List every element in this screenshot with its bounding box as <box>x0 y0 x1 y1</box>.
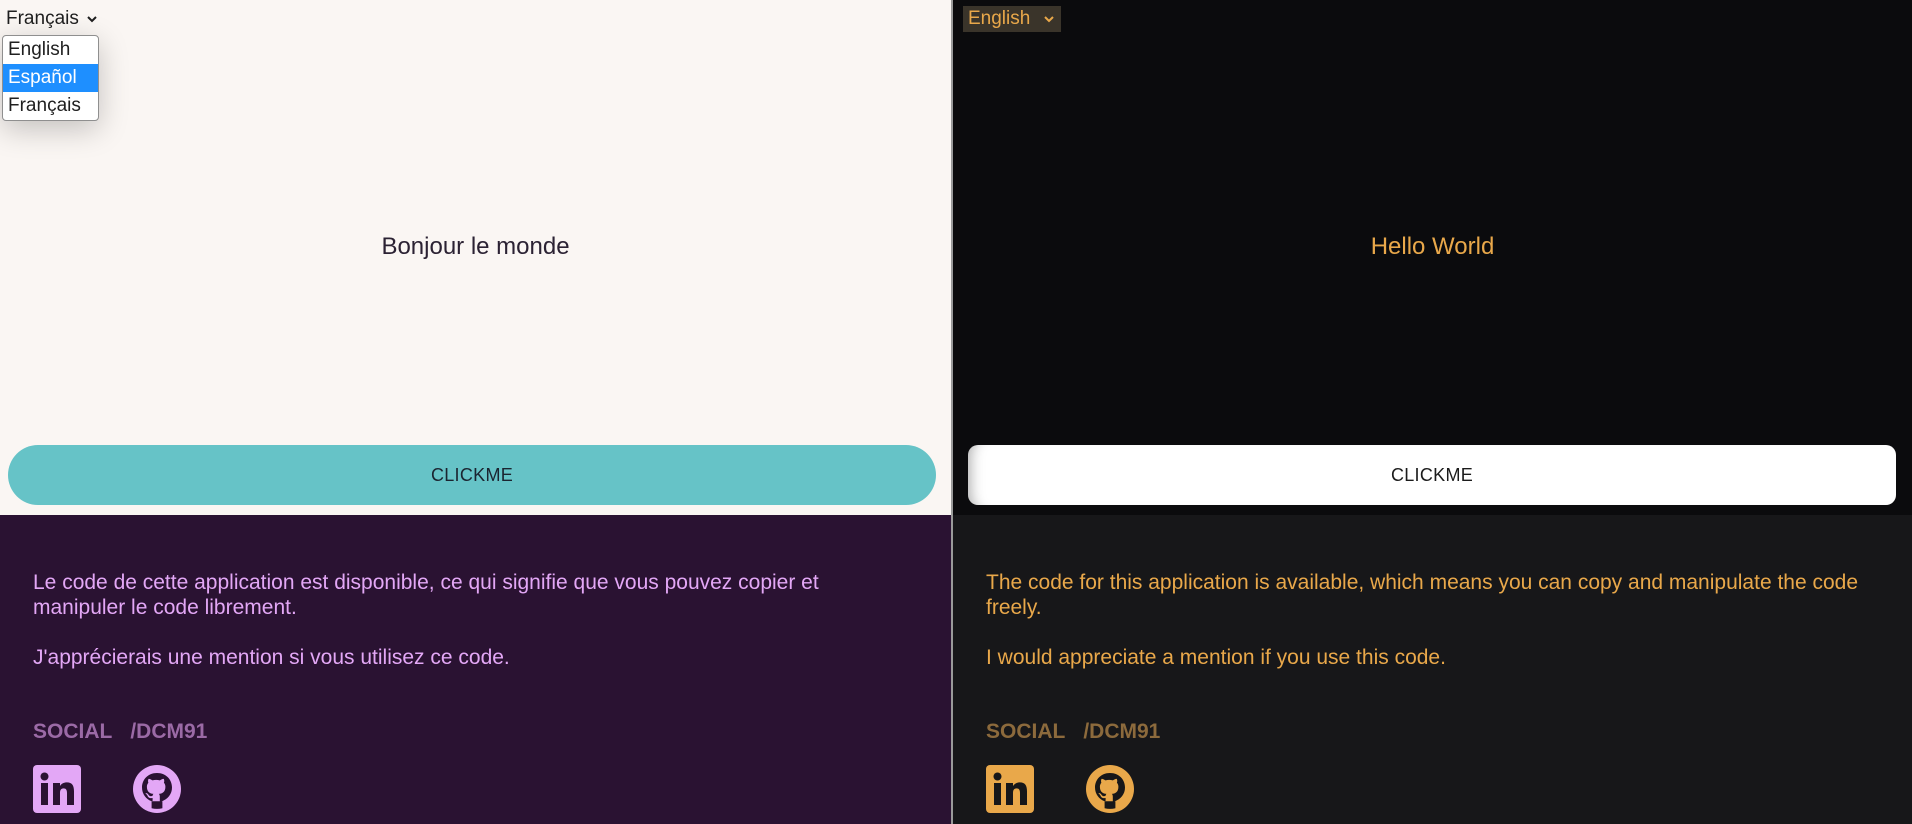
linkedin-icon[interactable] <box>986 765 1034 813</box>
light-theme-panel: Français English Español Français Bonjou… <box>0 0 951 824</box>
language-dropdown: English Español Français <box>2 35 99 121</box>
language-select-value: Français <box>6 8 79 29</box>
social-handle: /DCM91 <box>130 720 208 743</box>
github-icon[interactable] <box>133 765 181 813</box>
linkedin-icon[interactable] <box>33 765 81 813</box>
language-select[interactable]: Français <box>2 6 103 32</box>
language-select[interactable]: English <box>963 6 1061 32</box>
social-label: SOCIAL <box>986 720 1066 743</box>
social-row: SOCIAL /DCM91 <box>33 720 207 744</box>
github-icon[interactable] <box>1086 765 1134 813</box>
footer: The code for this application is availab… <box>953 515 1912 824</box>
dark-theme-panel: English Hello World CLICKME The code for… <box>953 0 1912 824</box>
main-area: English Hello World CLICKME <box>953 0 1912 515</box>
social-icons <box>33 765 181 813</box>
language-select-value: English <box>968 8 1031 29</box>
language-option-english[interactable]: English <box>3 36 98 64</box>
clickme-button[interactable]: CLICKME <box>8 445 936 505</box>
clickme-button[interactable]: CLICKME <box>968 445 1896 505</box>
social-handle: /DCM91 <box>1083 720 1161 743</box>
language-option-francais[interactable]: Français <box>3 92 98 120</box>
social-icons <box>986 765 1134 813</box>
footer-paragraph-2: J'apprécierais une mention si vous utili… <box>33 646 510 669</box>
main-area: Français English Español Français Bonjou… <box>0 0 951 515</box>
greeting-text: Hello World <box>1370 233 1495 260</box>
footer-paragraph-1: The code for this application is availab… <box>986 571 1859 619</box>
footer-paragraph-1: Le code de cette application est disponi… <box>33 571 819 619</box>
footer-paragraph-2: I would appreciate a mention if you use … <box>986 646 1446 669</box>
chevron-down-icon <box>85 12 99 26</box>
chevron-down-icon <box>1042 12 1056 26</box>
social-label: SOCIAL <box>33 720 113 743</box>
social-row: SOCIAL /DCM91 <box>986 720 1160 744</box>
footer: Le code de cette application est disponi… <box>0 515 951 824</box>
language-option-espanol[interactable]: Español <box>3 64 98 92</box>
greeting-text: Bonjour le monde <box>381 233 570 260</box>
